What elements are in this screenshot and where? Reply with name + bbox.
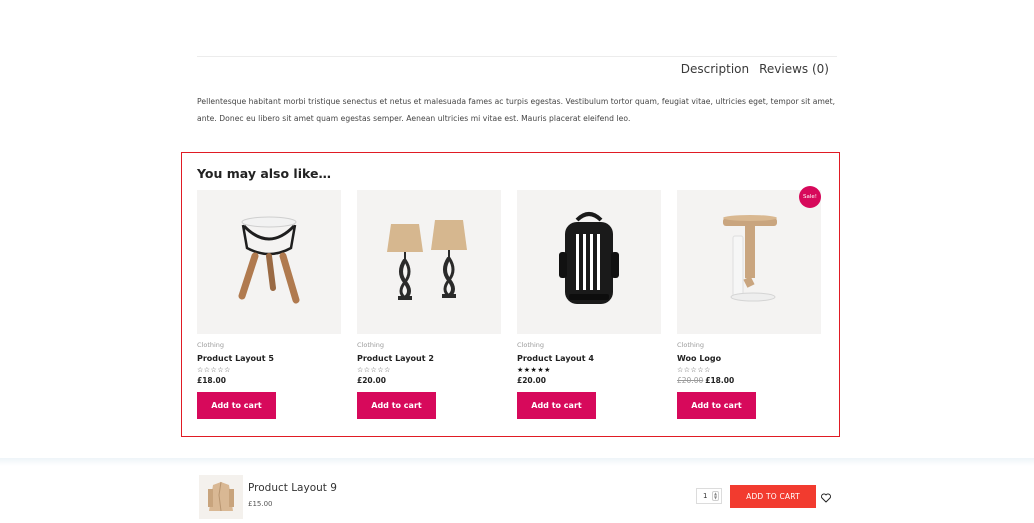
product-price: £20.00 xyxy=(357,376,386,385)
sticky-product-image xyxy=(199,475,243,519)
quantity-value: 1 xyxy=(703,492,708,500)
product-category[interactable]: Clothing xyxy=(197,341,341,349)
product-card: Clothing Product Layout 5 ☆☆☆☆☆ £18.00 A… xyxy=(197,190,341,419)
add-to-cart-button[interactable]: Add to cart xyxy=(677,392,756,419)
product-title[interactable]: Product Layout 4 xyxy=(517,354,661,363)
heart-icon[interactable] xyxy=(820,489,832,503)
product-price: £20.00 £18.00 xyxy=(677,376,735,385)
quantity-stepper[interactable]: 1 ▲ ▼ xyxy=(696,488,722,504)
sale-badge: Sale! xyxy=(799,186,821,208)
product-card: Clothing Product Layout 2 ☆☆☆☆☆ £20.00 A… xyxy=(357,190,501,419)
rating-stars: ☆☆☆☆☆ xyxy=(197,366,231,374)
product-image[interactable] xyxy=(517,190,661,334)
sticky-product-price: £15.00 xyxy=(248,500,273,508)
sticky-add-to-cart-button[interactable]: ADD TO CART xyxy=(730,485,816,508)
product-tabs: Description Reviews (0) xyxy=(681,62,829,76)
rating-stars: ★★★★★ xyxy=(517,366,551,374)
add-to-cart-button[interactable]: Add to cart xyxy=(357,392,436,419)
product-card: Clothing Product Layout 4 ★★★★★ £20.00 A… xyxy=(517,190,661,419)
rating-stars: ☆☆☆☆☆ xyxy=(677,366,711,374)
product-image[interactable] xyxy=(197,190,341,334)
product-category[interactable]: Clothing xyxy=(677,341,821,349)
product-card: Sale! Clothing Woo Logo ☆☆☆☆☆ £20.00 £18.… xyxy=(677,186,821,419)
product-title[interactable]: Woo Logo xyxy=(677,354,821,363)
sticky-add-to-cart-bar: Product Layout 9 £15.00 1 ▲ ▼ ADD TO CART xyxy=(0,466,1034,523)
related-products: You may also like… Clothing Product Layo… xyxy=(181,152,840,437)
product-category[interactable]: Clothing xyxy=(357,341,501,349)
rating-stars: ☆☆☆☆☆ xyxy=(357,366,391,374)
product-image[interactable] xyxy=(677,190,821,334)
description-text: Pellentesque habitant morbi tristique se… xyxy=(197,97,836,123)
related-heading: You may also like… xyxy=(197,166,331,181)
product-price: £18.00 xyxy=(197,376,226,385)
quantity-spinner[interactable]: ▲ ▼ xyxy=(712,491,719,501)
product-image[interactable] xyxy=(357,190,501,334)
tab-reviews[interactable]: Reviews (0) xyxy=(759,62,829,76)
product-price: £20.00 xyxy=(517,376,546,385)
sticky-bar-shadow xyxy=(0,458,1034,466)
old-price: £20.00 xyxy=(677,376,704,385)
sticky-product-name: Product Layout 9 xyxy=(248,482,337,494)
product-title[interactable]: Product Layout 5 xyxy=(197,354,341,363)
product-category[interactable]: Clothing xyxy=(517,341,661,349)
add-to-cart-button[interactable]: Add to cart xyxy=(517,392,596,419)
add-to-cart-button[interactable]: Add to cart xyxy=(197,392,276,419)
section-divider xyxy=(197,56,837,57)
product-title[interactable]: Product Layout 2 xyxy=(357,354,501,363)
tab-description[interactable]: Description xyxy=(681,62,751,76)
